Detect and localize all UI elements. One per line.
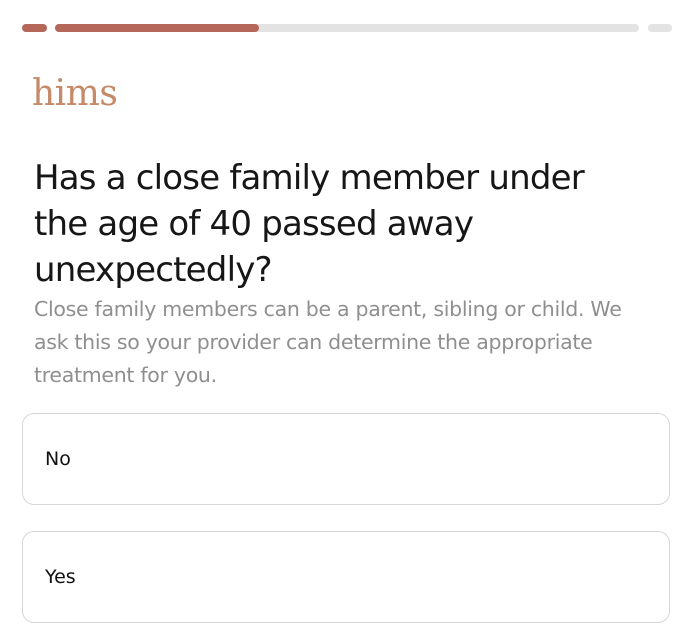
question-helper-text: Close family members can be a parent, si… (34, 297, 622, 387)
progress-segment-1-fill (22, 24, 47, 32)
progress-bar (22, 24, 672, 32)
progress-segment-2-fill (55, 24, 260, 32)
progress-segment-1 (22, 24, 47, 32)
answer-option-yes[interactable]: Yes (22, 531, 670, 623)
progress-segment-3 (648, 24, 672, 32)
answer-option-label: Yes (45, 566, 76, 588)
question-title: Has a close family member under the age … (34, 158, 585, 290)
progress-segment-2 (55, 24, 639, 32)
answer-option-no[interactable]: No (22, 413, 670, 505)
hims-logo: hims (32, 73, 118, 114)
answer-option-label: No (45, 448, 71, 470)
